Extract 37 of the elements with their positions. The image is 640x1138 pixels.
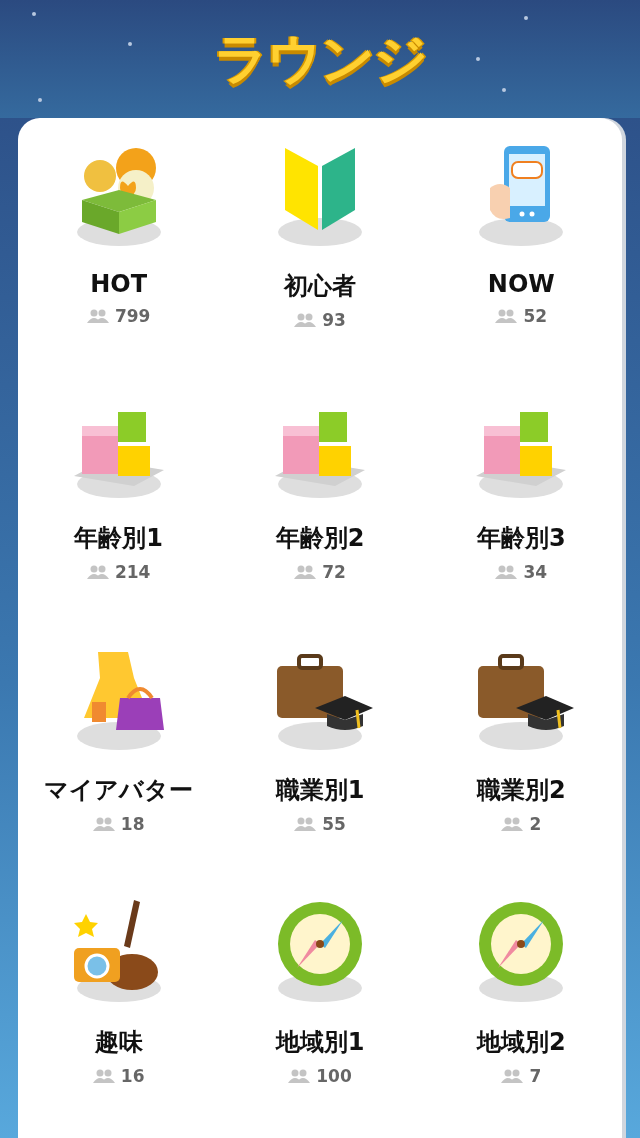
lounge-name[interactable]: 地域別2	[476, 1026, 566, 1058]
lounge-title: ラウンジ	[214, 25, 426, 92]
people-icon	[92, 817, 115, 831]
lounge-name[interactable]: 職業別1	[275, 774, 365, 806]
member-count: 72	[322, 562, 346, 582]
people-icon	[501, 817, 524, 831]
member-count: 799	[114, 306, 151, 326]
lounge-name[interactable]: 年齢別1	[74, 522, 163, 554]
member-count: 7	[529, 1066, 542, 1086]
member-count: 55	[322, 814, 346, 834]
people-icon	[288, 1069, 311, 1083]
people-icon	[86, 565, 109, 579]
people-icon	[495, 565, 518, 579]
lounge-name[interactable]: 年齢別3	[476, 522, 566, 554]
people-icon	[294, 817, 317, 831]
member-count: 93	[322, 310, 346, 330]
lounge-name[interactable]: マイアバター	[44, 774, 194, 806]
lounge-name[interactable]: 趣味	[94, 1026, 143, 1058]
lounge-name[interactable]: NOW	[487, 270, 555, 298]
lounge-name[interactable]: 地域別1	[275, 1026, 365, 1058]
people-icon	[501, 1069, 524, 1083]
member-count: 214	[114, 562, 151, 582]
people-icon	[86, 309, 109, 323]
member-count: 100	[316, 1066, 352, 1086]
member-count: 34	[523, 562, 548, 582]
member-count: 52	[523, 306, 548, 326]
people-icon	[294, 313, 317, 327]
people-icon	[294, 565, 317, 579]
people-icon	[92, 1069, 115, 1083]
member-count: 16	[120, 1066, 145, 1086]
member-count: 2	[529, 814, 542, 834]
lounge-name[interactable]: 職業別2	[476, 774, 566, 806]
member-count: 18	[120, 814, 145, 834]
lounge-name[interactable]: HOT	[90, 270, 148, 298]
lounge-name[interactable]: 初心者	[284, 270, 356, 302]
people-icon	[495, 309, 518, 323]
lounge-name[interactable]: 年齢別2	[275, 522, 365, 554]
